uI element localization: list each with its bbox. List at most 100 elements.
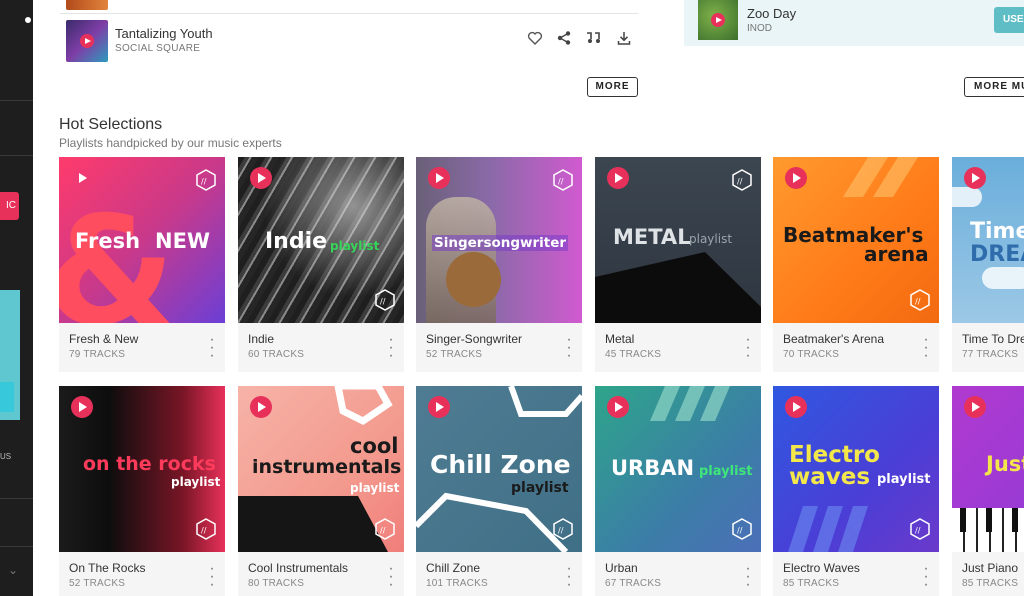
playlist-name[interactable]: Cool Instrumentals (248, 561, 348, 575)
brand-logo-icon: // (375, 518, 395, 540)
sidebar-music-button[interactable]: IC (0, 192, 19, 220)
playlist-name[interactable]: Time To Drea (962, 332, 1024, 346)
play-icon[interactable] (607, 396, 629, 418)
playlist-card-time-to-dream[interactable]: Time DREA Time To Drea 77 TRACKS (952, 157, 1024, 372)
similar-music-icon[interactable] (584, 30, 602, 48)
playlist-name[interactable]: Chill Zone (426, 561, 480, 575)
more-button[interactable]: MORE (587, 77, 638, 97)
playlist-card-singer-songwriter[interactable]: Singersongwriter // Singer-Songwriter 52… (416, 157, 582, 372)
play-icon[interactable] (71, 396, 93, 418)
playlist-name[interactable]: Fresh & New (69, 332, 138, 346)
play-icon[interactable] (250, 167, 272, 189)
playlist-card-on-the-rocks[interactable]: on the rocks playlist // On The Rocks 52… (59, 386, 225, 596)
track-title[interactable]: Zoo Day (747, 6, 796, 21)
left-sidebar: IC US ⌄ (0, 0, 33, 596)
playlist-artwork[interactable]: URBAN playlist // (595, 386, 761, 552)
more-options-icon[interactable]: · · · (743, 561, 753, 593)
art-title: cool (350, 434, 399, 458)
playlist-artwork[interactable]: Beatmaker's arena // (773, 157, 939, 323)
playlist-artwork[interactable]: Electro waves playlist // (773, 386, 939, 552)
track-thumbnail[interactable] (66, 20, 108, 62)
playlist-artwork[interactable]: cool instrumentals playlist // (238, 386, 404, 552)
playlist-name[interactable]: Electro Waves (783, 561, 860, 575)
playlist-card-just-piano[interactable]: Just Just Piano 85 TRACKS (952, 386, 1024, 596)
more-options-icon[interactable]: · · · (921, 332, 931, 364)
heart-icon[interactable] (526, 30, 544, 48)
playlist-card-indie[interactable]: Indie playlist // Indie 60 TRACKS · · · (238, 157, 404, 372)
playlist-name[interactable]: Singer-Songwriter (426, 332, 522, 346)
play-icon[interactable] (80, 34, 94, 48)
track-thumbnail[interactable] (66, 0, 108, 10)
art-title: Fresh (75, 229, 141, 253)
track-row[interactable]: Tantalizing Youth SOCIAL SQUARE (66, 20, 638, 64)
play-icon[interactable] (785, 396, 807, 418)
track-count: 52 TRACKS (426, 349, 483, 360)
brand-logo-icon: // (910, 289, 930, 311)
playlist-artwork[interactable]: & Fresh NEW // (59, 157, 225, 323)
playlist-name[interactable]: Beatmaker's Arena (783, 332, 884, 346)
playlist-artwork[interactable]: Indie playlist // (238, 157, 404, 323)
play-icon[interactable] (964, 167, 986, 189)
more-options-icon[interactable]: · · · (564, 332, 574, 364)
playlist-card-metal[interactable]: METAL playlist // Metal 45 TRACKS · · · (595, 157, 761, 372)
playlist-card-fresh-new[interactable]: & Fresh NEW // Fresh & New 79 TRACKS ··· (59, 157, 225, 372)
more-options-icon[interactable]: · · · (386, 332, 396, 364)
playlist-name[interactable]: On The Rocks (69, 561, 145, 575)
playlist-artwork[interactable]: Time DREA (952, 157, 1024, 323)
playlist-artwork[interactable]: METAL playlist // (595, 157, 761, 323)
sidebar-divider (0, 546, 33, 547)
playlist-artwork[interactable]: on the rocks playlist // (59, 386, 225, 552)
more-music-button[interactable]: MORE MU (964, 77, 1024, 97)
play-icon[interactable] (607, 167, 629, 189)
playlist-artwork[interactable]: Chill Zone playlist // (416, 386, 582, 552)
playlist-info: Metal 45 TRACKS · · · (595, 323, 761, 372)
playlist-card-electro-waves[interactable]: Electro waves playlist // Electro Waves … (773, 386, 939, 596)
track-count: 77 TRACKS (962, 349, 1019, 360)
more-options-icon[interactable]: · · · (207, 561, 217, 593)
play-icon[interactable] (428, 167, 450, 189)
share-icon[interactable] (555, 30, 573, 48)
track-thumbnail[interactable] (698, 0, 738, 40)
more-options-icon[interactable]: · · · (564, 561, 574, 593)
art-title: URBAN (611, 456, 695, 480)
playlist-info: On The Rocks 52 TRACKS · · · (59, 552, 225, 596)
track-artist[interactable]: INOD (747, 23, 772, 34)
playlist-info: Electro Waves 85 TRACKS · · · (773, 552, 939, 596)
svg-text://: // (915, 297, 921, 306)
playlist-name[interactable]: Indie (248, 332, 274, 346)
play-icon[interactable] (964, 396, 986, 418)
track-title[interactable]: Tantalizing Youth (115, 26, 213, 41)
playlist-card-urban[interactable]: URBAN playlist // Urban 67 TRACKS · · · (595, 386, 761, 596)
more-options-icon[interactable]: · · · (207, 332, 217, 364)
chevron-down-icon[interactable]: ⌄ (8, 563, 18, 577)
ampersand-graphic: & (59, 197, 176, 323)
brand-logo-icon: // (375, 289, 395, 311)
playlist-card-cool-instrumentals[interactable]: cool instrumentals playlist // Cool Inst… (238, 386, 404, 596)
playlist-name[interactable]: Metal (605, 332, 634, 346)
more-options-icon[interactable]: · · · (743, 332, 753, 364)
playlist-card-beatmakers-arena[interactable]: Beatmaker's arena // Beatmaker's Arena 7… (773, 157, 939, 372)
download-icon[interactable] (615, 30, 633, 48)
playlist-info: Chill Zone 101 TRACKS · · · (416, 552, 582, 596)
more-options-icon[interactable]: · · · (921, 561, 931, 593)
play-icon[interactable] (428, 396, 450, 418)
play-icon[interactable] (250, 396, 272, 418)
playlist-name[interactable]: Urban (605, 561, 638, 575)
brand-logo-icon: // (732, 518, 752, 540)
art-title: METAL (613, 225, 691, 249)
playlist-artwork[interactable]: Singersongwriter // (416, 157, 582, 323)
art-title: Indie (265, 229, 328, 254)
play-icon[interactable] (711, 13, 725, 27)
svg-text://: // (380, 526, 386, 535)
svg-text://: // (201, 526, 207, 535)
playlist-info: Fresh & New 79 TRACKS · · · (59, 323, 225, 372)
playlist-artwork[interactable]: Just (952, 386, 1024, 552)
playlist-card-chill-zone[interactable]: Chill Zone playlist // Chill Zone 101 TR… (416, 386, 582, 596)
sidebar-promo-button[interactable] (0, 382, 14, 412)
playlist-name[interactable]: Just Piano (962, 561, 1018, 575)
play-icon[interactable] (785, 167, 807, 189)
use-button[interactable]: USE (994, 7, 1024, 33)
more-options-icon[interactable]: · · · (386, 561, 396, 593)
track-artist[interactable]: SOCIAL SQUARE (115, 43, 200, 54)
play-icon[interactable] (71, 167, 93, 189)
